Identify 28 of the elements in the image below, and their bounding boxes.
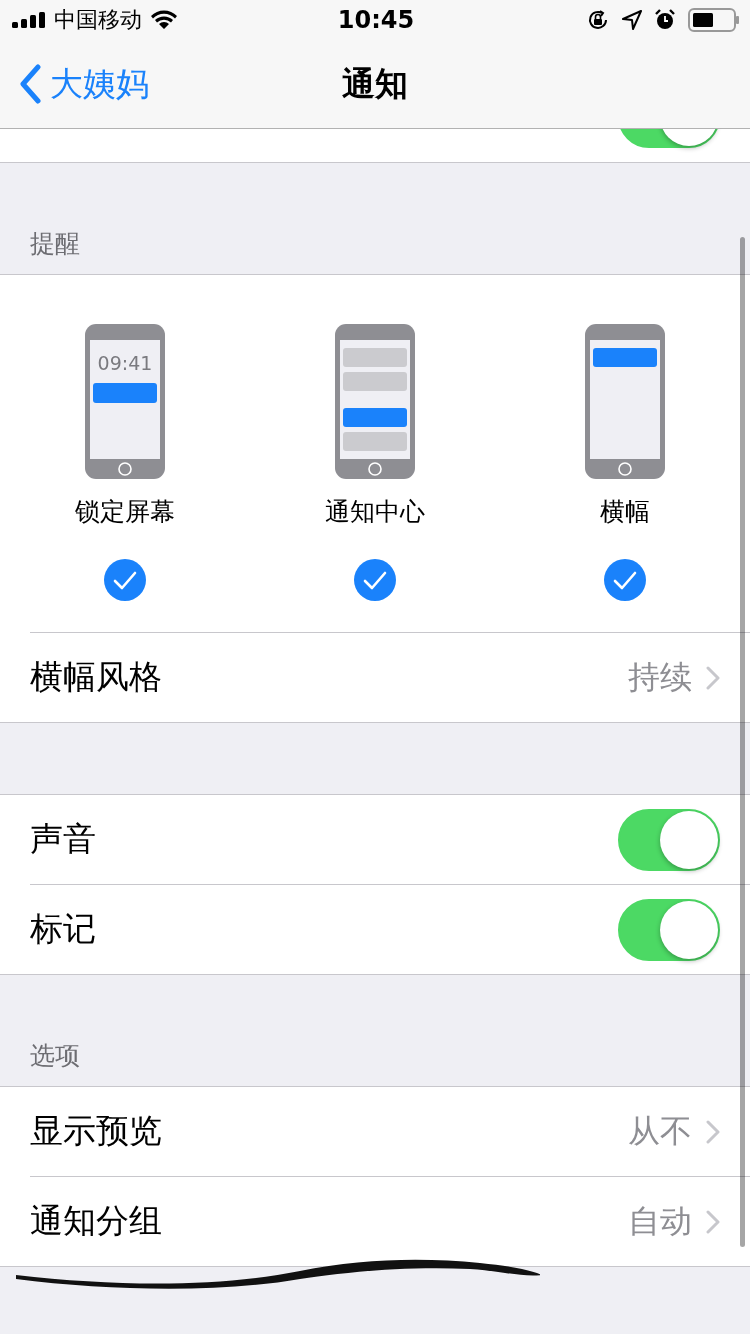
chevron-right-icon bbox=[706, 1209, 720, 1234]
section-header: 选项 bbox=[30, 1040, 80, 1072]
checkmark-icon[interactable] bbox=[103, 558, 147, 602]
checkmark-icon[interactable] bbox=[603, 558, 647, 602]
style-label: 横幅 bbox=[600, 496, 650, 528]
status-time: 10:45 bbox=[337, 6, 415, 34]
row-label: 标记 bbox=[30, 908, 97, 950]
toggle-switch[interactable] bbox=[618, 808, 720, 871]
wifi-icon bbox=[150, 10, 178, 30]
battery-icon bbox=[688, 8, 740, 32]
page-title: 通知 bbox=[342, 62, 408, 105]
signal-icon bbox=[12, 12, 46, 28]
row-label: 声音 bbox=[30, 818, 97, 860]
clock-text: 09:41 bbox=[97, 352, 153, 374]
style-label: 通知中心 bbox=[325, 496, 425, 528]
location-icon bbox=[622, 10, 642, 30]
alarm-icon bbox=[654, 9, 676, 31]
carrier-name: 中国移动 bbox=[54, 6, 142, 34]
settings-row[interactable]: 横幅风格 持续 bbox=[30, 632, 750, 722]
checkmark-icon[interactable] bbox=[353, 558, 397, 602]
toggle-switch[interactable] bbox=[618, 898, 720, 961]
style-label: 锁定屏幕 bbox=[75, 496, 175, 528]
settings-row[interactable]: 显示预览 从不 bbox=[0, 1087, 750, 1176]
chevron-right-icon bbox=[706, 665, 720, 690]
section-header: 提醒 bbox=[30, 228, 80, 260]
chevron-left-icon bbox=[18, 64, 42, 104]
chevron-right-icon bbox=[706, 1119, 720, 1144]
rotation-lock-icon bbox=[586, 8, 610, 32]
